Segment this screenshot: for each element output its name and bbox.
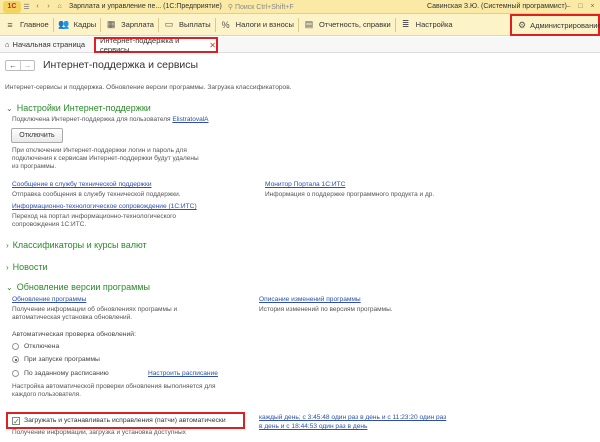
radio-disabled[interactable]: Отключена: [12, 343, 59, 350]
title-bar: 1С ☰ ‹ › ⌂ Зарплата и управление пе... (…: [0, 0, 600, 14]
auto-patches-option[interactable]: ✓ Загружать и устанавливать исправления …: [6, 412, 245, 429]
back-icon[interactable]: ‹: [32, 1, 43, 12]
isp-note: При отключении Интернет-поддержки логин …: [12, 147, 199, 170]
its-monitor-desc: Информация о поддержке программного прод…: [265, 191, 435, 198]
patch-schedule-link-2[interactable]: в день и с 18:44:53 один раз в день: [259, 423, 367, 430]
auto-patches-note: Получение информации, загрузка и установ…: [12, 429, 186, 436]
auto-patches-label: Загружать и устанавливать исправления (п…: [24, 417, 226, 424]
isp-connected-text: Подключена Интернет-поддержка для пользо…: [12, 116, 209, 123]
group-news[interactable]: › Новости: [6, 262, 48, 272]
page-description: Интернет-сервисы и поддержка. Обновление…: [5, 84, 292, 91]
section-taxes[interactable]: % Налоги и взносы: [216, 14, 298, 36]
maximize-icon[interactable]: □: [575, 1, 586, 12]
its-link[interactable]: Информационно-технологическое сопровожде…: [12, 203, 197, 210]
its-desc: Переход на портал информационно-технолог…: [12, 213, 176, 228]
menu-icon[interactable]: ☰: [21, 1, 32, 12]
group-update[interactable]: ⌄ Обновление версии программы: [6, 282, 150, 292]
forward-icon[interactable]: ›: [43, 1, 54, 12]
update-program-link[interactable]: Обновление программы: [12, 296, 86, 303]
section-administration[interactable]: ⚙ Администрирование: [510, 14, 600, 36]
main-icon: ≡: [7, 19, 13, 30]
percent-icon: %: [221, 19, 230, 30]
sections-panel: ≡ Главное 👥 Кадры ▦ Зарплата ▭ Выплаты % Нало…: [0, 14, 600, 36]
section-salary[interactable]: ▦ Зарплата: [101, 14, 158, 36]
gear-icon: ⚙: [518, 19, 527, 30]
section-settings[interactable]: ≣ Настройка: [396, 14, 457, 36]
page-title: Интернет-поддержка и сервисы: [43, 59, 199, 71]
open-tabs-bar: ⌂ Начальная страница Интернет-поддержка и…: [0, 36, 600, 54]
back-arrow-icon[interactable]: ←: [6, 61, 20, 70]
search-icon: ⚲: [227, 3, 233, 11]
tab-home[interactable]: ⌂ Начальная страница: [5, 40, 85, 49]
app-logo: 1С: [3, 0, 21, 13]
support-message-link[interactable]: Сообщение в службу технической поддержки: [12, 181, 152, 188]
section-hr[interactable]: 👥 Кадры: [54, 14, 100, 36]
search-field[interactable]: ⚲ Поиск Ctrl+Shift+F: [228, 3, 294, 11]
section-main[interactable]: ≡ Главное: [0, 14, 53, 36]
group-isp-settings[interactable]: ⌄ Настройки Интернет-поддержки: [6, 103, 151, 113]
patch-schedule-link-1[interactable]: каждый день; с 3:45:48 один раз в день и…: [259, 414, 446, 421]
group-classifiers[interactable]: › Классификаторы и курсы валют: [6, 240, 147, 250]
radio-disabled-circle: [12, 343, 19, 350]
home-icon: ⌂: [5, 40, 10, 49]
auto-patches-checkbox[interactable]: ✓: [12, 416, 20, 425]
calculator-icon: ▦: [106, 19, 116, 29]
wallet-icon: ▭: [164, 19, 174, 29]
chevron-right-icon: ›: [6, 240, 9, 250]
section-reports[interactable]: ▤ Отчетность, справки: [299, 14, 395, 36]
chevron-right-icon: ›: [6, 262, 9, 272]
search-hint: Поиск Ctrl+Shift+F: [234, 3, 294, 11]
tab-internet-support[interactable]: Интернет-поддержка и сервисы ✕: [94, 36, 218, 54]
schedule-note: Настройка автоматической проверки обновл…: [12, 383, 216, 398]
user-name[interactable]: Савинская З.Ю. (Системный программист): [427, 3, 567, 10]
home-icon[interactable]: ⌂: [54, 1, 65, 12]
forward-arrow-icon[interactable]: →: [20, 61, 34, 70]
window-title: Зарплата и управление пе... (1С:Предприя…: [69, 3, 222, 10]
close-tab-icon[interactable]: ✕: [209, 41, 216, 50]
its-monitor-link[interactable]: Монитор Портала 1С:ИТС: [265, 181, 345, 188]
schedule-settings-link[interactable]: Настроить расписание: [148, 370, 218, 377]
settings-icon: ≣: [401, 19, 410, 29]
minimize-icon[interactable]: –: [563, 1, 574, 12]
changes-desc: История изменений по версиям программы.: [259, 306, 393, 313]
support-message-desc: Отправка сообщения в службу технической …: [12, 191, 181, 198]
auto-check-label: Автоматическая проверка обновлений:: [12, 331, 136, 338]
chevron-down-icon: ⌄: [6, 103, 13, 113]
changes-link[interactable]: Описание изменений программы: [259, 296, 361, 303]
people-icon: 👥: [58, 19, 70, 29]
chevron-down-icon: ⌄: [6, 282, 13, 292]
radio-on-start-circle: [12, 356, 19, 363]
history-nav: ← →: [5, 60, 35, 71]
radio-schedule-circle: [12, 370, 19, 377]
update-program-desc: Получение информации об обновлениях прог…: [12, 306, 178, 321]
isp-user-link[interactable]: ElistratovalA: [172, 116, 208, 123]
disconnect-button[interactable]: Отключить: [11, 128, 63, 143]
radio-schedule[interactable]: По заданному расписанию: [12, 370, 109, 377]
reports-icon: ▤: [304, 19, 314, 29]
close-icon[interactable]: ×: [587, 1, 598, 12]
radio-on-start[interactable]: При запуске программы: [12, 356, 100, 363]
section-payments[interactable]: ▭ Выплаты: [159, 14, 215, 36]
